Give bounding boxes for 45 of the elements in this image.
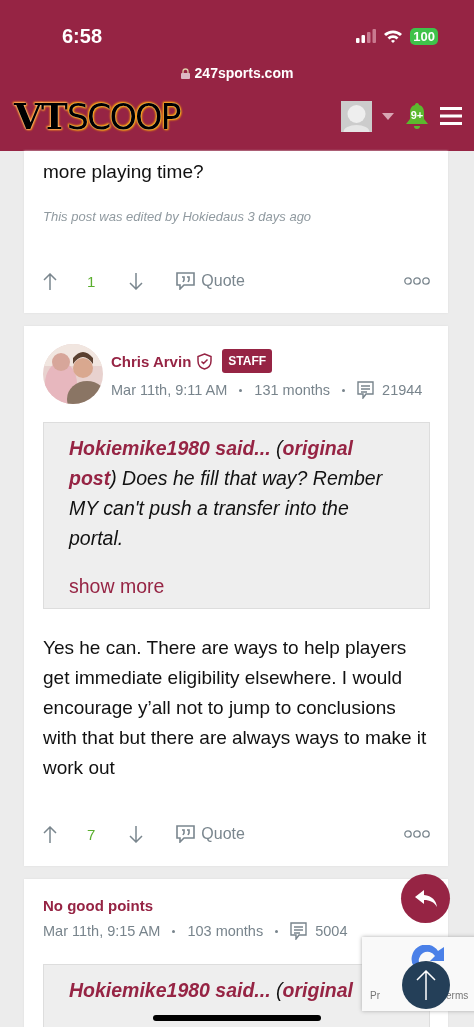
post-count: 5004 [315, 923, 348, 939]
post-text: Yes he can. There are ways to help players get immediate eligibility elsewhere. I would encourage y’all not to jump to conclusions with that but there are always ways to make it work out [43, 636, 428, 780]
bell-icon [404, 102, 430, 130]
avatar-icon[interactable] [341, 100, 372, 132]
post-count: 21944 [382, 382, 423, 398]
member-tenure: 131 months [254, 382, 331, 398]
post-text: more playing time? [43, 160, 205, 184]
edit-note: This post was edited by Hokiedaus 3 days ago [43, 209, 313, 224]
notification-bell[interactable]: 9+ [404, 102, 430, 130]
author-name[interactable]: Chris Arvin [111, 352, 192, 370]
vote-count: 7 [87, 825, 96, 843]
post-date: Mar 11th, 9:11 AM [111, 382, 228, 398]
privacy-link[interactable]: Pr [370, 990, 380, 1001]
staff-badge: STAFF [222, 349, 273, 373]
author-name[interactable]: No good points [43, 897, 153, 914]
wifi-icon [383, 28, 404, 44]
battery-level: 100 [410, 27, 438, 45]
notification-count: 9+ [409, 109, 425, 121]
quote-icon [176, 272, 196, 290]
comment-icon [357, 381, 375, 399]
up-arrow-icon [416, 970, 436, 1000]
comment-icon [290, 922, 308, 940]
caret-icon[interactable] [382, 112, 394, 120]
up-arrow-icon[interactable] [43, 825, 57, 843]
menu-icon[interactable] [440, 106, 462, 126]
down-arrow-icon[interactable] [129, 272, 144, 290]
signal-icon [356, 29, 377, 43]
address-url[interactable]: 247sports.com [194, 65, 294, 81]
quote-button[interactable]: Quote [176, 825, 404, 843]
show-more-link[interactable]: show more [69, 575, 165, 598]
lock-icon [180, 67, 190, 79]
clock-time: 6:58 [62, 23, 104, 48]
more-options-icon[interactable] [404, 830, 430, 838]
quote-button[interactable]: Quote [176, 272, 404, 290]
site-logo[interactable]: VTSCOOP [14, 95, 341, 137]
more-options-icon[interactable] [404, 277, 430, 285]
quoted-text: Hokiemike1980 said... (original post) Does he fill that way? Rember MY can't push a transfer into the portal. [69, 436, 384, 551]
quote-icon [176, 825, 196, 843]
member-tenure: 103 months [187, 923, 264, 939]
quoted-text: Hokiemike1980 said... (original [69, 978, 355, 1003]
down-arrow-icon[interactable] [129, 825, 144, 843]
up-arrow-icon[interactable] [43, 272, 57, 290]
reply-icon [414, 889, 437, 908]
post-date: Mar 11th, 9:15 AM [43, 923, 161, 939]
vote-count: 1 [87, 272, 96, 290]
